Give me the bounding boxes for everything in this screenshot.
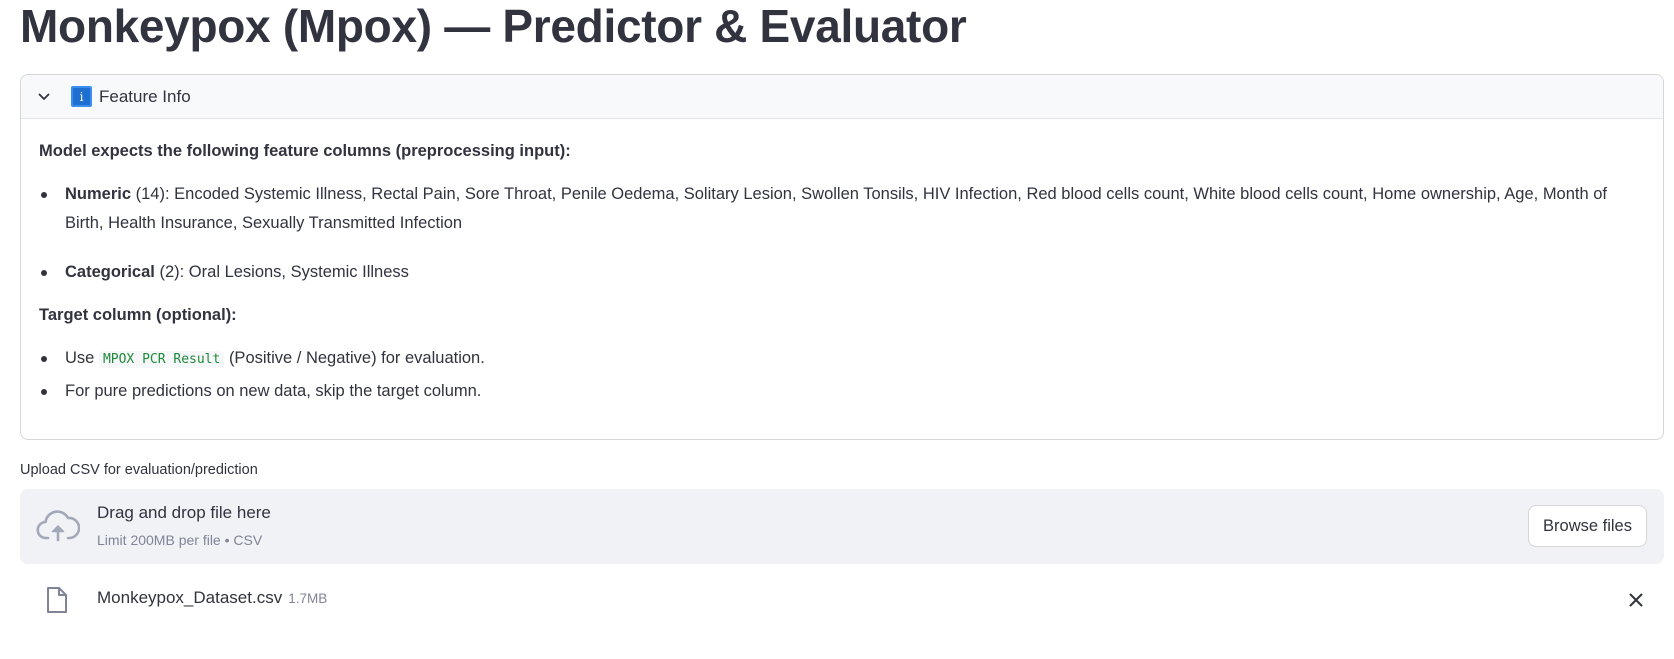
- info-icon: i: [71, 86, 92, 107]
- features-heading: Model expects the following feature colu…: [39, 142, 571, 160]
- feature-info-expander: i Feature Info Model expects the followi…: [20, 74, 1664, 440]
- target-skip-item: For pure predictions on new data, skip t…: [39, 377, 1645, 406]
- target-use-item: Use MPOX PCR Result (Positive / Negative…: [39, 344, 1645, 374]
- feature-type-list: Numeric (14): Encoded Systemic Illness, …: [39, 180, 1645, 287]
- categorical-features-item: Categorical (2): Oral Lesions, Systemic …: [39, 258, 1645, 287]
- dropzone-limit: Limit 200MB per file • CSV: [97, 532, 263, 548]
- chevron-down-icon: [37, 90, 65, 104]
- browse-files-button[interactable]: Browse files: [1528, 505, 1647, 547]
- file-name-text: Monkeypox_Dataset.csv: [97, 588, 283, 607]
- target-skip-text: For pure predictions on new data, skip t…: [65, 382, 482, 400]
- close-icon: [1629, 593, 1643, 607]
- feature-info-content: Model expects the following feature colu…: [21, 119, 1663, 406]
- target-list: Use MPOX PCR Result (Positive / Negative…: [39, 344, 1645, 406]
- categorical-label: Categorical: [65, 263, 155, 281]
- file-size: 1.7MB: [288, 591, 328, 606]
- target-heading: Target column (optional):: [39, 306, 237, 324]
- file-icon: [46, 586, 68, 614]
- categorical-count: (2): [159, 263, 180, 281]
- feature-info-expander-header[interactable]: i Feature Info: [21, 75, 1663, 119]
- numeric-count: (14): [135, 185, 165, 203]
- target-use-prefix: Use: [65, 349, 95, 367]
- page-title: Monkeypox (Mpox) — Predictor & Evaluator: [20, 0, 967, 52]
- numeric-label: Numeric: [65, 185, 132, 203]
- cloud-upload-icon: [36, 508, 81, 544]
- uploaded-file-row: Monkeypox_Dataset.csv 1.7MB: [20, 580, 1664, 620]
- app-page: Monkeypox (Mpox) — Predictor & Evaluator…: [0, 0, 1674, 659]
- expander-label: Feature Info: [99, 86, 191, 106]
- numeric-features-item: Numeric (14): Encoded Systemic Illness, …: [39, 180, 1645, 238]
- numeric-items: : Encoded Systemic Illness, Rectal Pain,…: [65, 185, 1608, 232]
- uploaded-file-name: Monkeypox_Dataset.csv 1.7MB: [97, 588, 327, 608]
- dropzone-title: Drag and drop file here: [97, 503, 271, 522]
- target-use-suffix: (Positive / Negative) for evaluation.: [228, 349, 485, 367]
- file-dropzone[interactable]: Drag and drop file here Limit 200MB per …: [20, 489, 1664, 564]
- target-column-code: MPOX PCR Result: [98, 351, 225, 368]
- uploader-label: Upload CSV for evaluation/prediction: [20, 462, 258, 478]
- remove-file-button[interactable]: [1624, 588, 1648, 612]
- categorical-items: : Oral Lesions, Systemic Illness: [179, 263, 409, 281]
